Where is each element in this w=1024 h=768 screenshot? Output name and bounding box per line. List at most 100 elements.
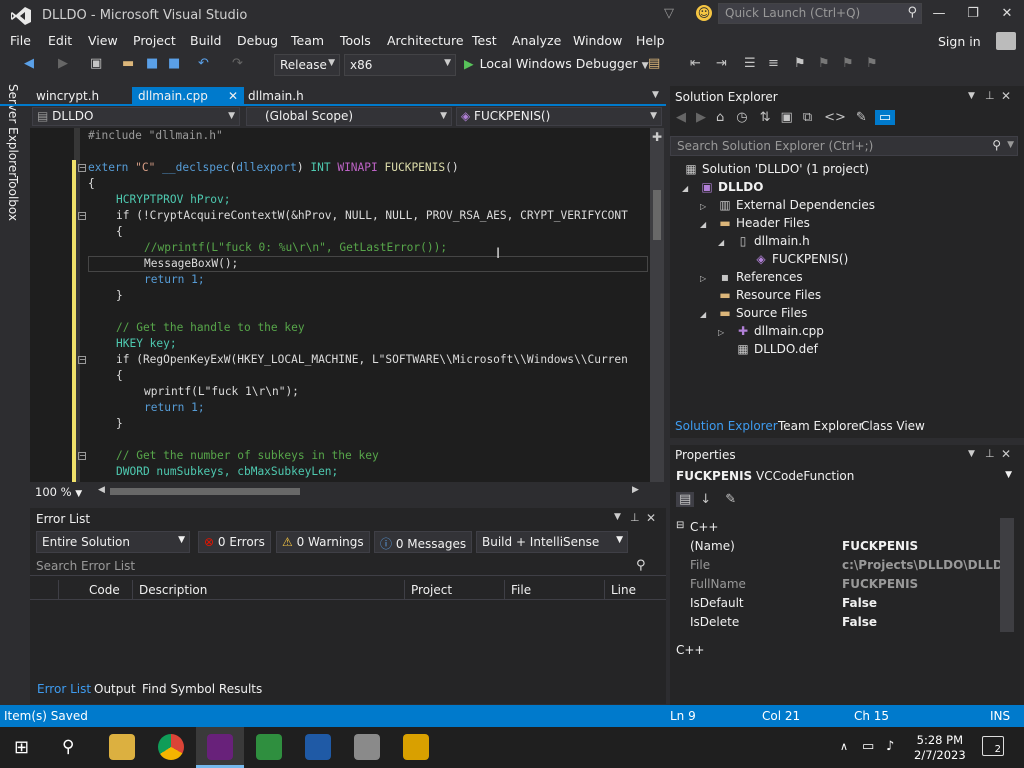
sign-in-link[interactable]: Sign in [938,34,981,49]
collapse-icon[interactable]: − [78,452,86,460]
solution-config-select[interactable]: Release ▼ [274,54,340,76]
tab-dllmain-h[interactable]: dllmain.h [242,87,310,105]
prop-row[interactable]: IsDelete False [676,613,1012,632]
close-tab-icon[interactable]: ✕ [228,89,238,103]
close-window-button[interactable]: ✕ [992,4,1022,26]
properties-object-select[interactable]: FUCKPENIS VCCodeFunction ▼ [670,466,1018,486]
categorized-icon[interactable]: ▤ [676,492,695,507]
forward-icon[interactable]: ▶ [696,110,706,125]
tree-header-files[interactable]: ▬ Header Files [718,216,810,230]
menu-view[interactable]: View [88,33,118,48]
collapse-icon[interactable]: − [78,212,86,220]
properties-wrench-icon[interactable]: ✎ [856,110,867,125]
back-icon[interactable]: ◀ [676,110,686,125]
scroll-left-icon[interactable]: ◀ [98,485,105,495]
expanded-arrow-icon[interactable]: ◢ [682,184,688,193]
tree-references[interactable]: ▪ References [718,270,803,284]
code-view-icon[interactable]: <> [824,110,846,125]
prop-row[interactable]: File c:\Projects\DLLDO\DLLDO\d [676,556,1012,575]
build-filter-select[interactable]: Build + IntelliSense ▼ [476,531,628,553]
minimize-button[interactable]: — [924,4,954,26]
history-icon[interactable]: ◷ [736,110,747,125]
solution-search-input[interactable]: Search Solution Explorer (Ctrl+;) ⚲ ▼ [670,136,1018,156]
tree-dllmain-cpp[interactable]: ✚ dllmain.cpp [736,324,824,338]
pane-menu-icon[interactable]: ▼ [614,512,621,522]
search-icon[interactable]: ⚲ [62,737,74,757]
tab-team-explorer[interactable]: Team Explorer [778,419,864,433]
menu-tools[interactable]: Tools [340,33,371,48]
next-bookmark-icon[interactable]: ⚑ [842,56,854,71]
warnings-filter-button[interactable]: ⚠ 0 Warnings [276,531,370,553]
back-icon[interactable]: ◀ [24,56,34,71]
col-line[interactable]: Line [611,583,636,597]
property-pages-icon[interactable]: ✎ [725,492,736,507]
collapse-all-icon[interactable]: ▣ [781,110,793,125]
step-over-icon[interactable]: ⇥ [716,56,727,71]
error-scope-select[interactable]: Entire Solution ▼ [36,531,190,553]
tree-solution[interactable]: ▦ Solution 'DLLDO' (1 project) [684,162,869,176]
maximize-button[interactable]: ❐ [958,4,988,26]
tab-find-symbol[interactable]: Find Symbol Results [142,682,262,696]
errors-filter-button[interactable]: ⊗ 0 Errors [198,531,271,553]
messages-filter-button[interactable]: ⓘ 0 Messages [374,531,473,553]
toolbox-tab[interactable]: Toolbox [6,176,20,221]
scope-nav-select[interactable]: (Global Scope) ▼ [246,107,452,126]
dependency-walker-icon[interactable] [403,734,429,760]
undo-icon[interactable]: ↶ [198,56,209,71]
open-file-icon[interactable]: ▬ [122,56,134,71]
prop-row[interactable]: IsDefault False [676,594,1012,613]
show-hidden-icons[interactable]: ∧ [840,740,848,753]
split-icon[interactable]: ✚ [650,130,664,144]
platform-select[interactable]: x86 ▼ [344,54,456,76]
pane-menu-icon[interactable]: ▼ [968,449,975,459]
expanded-arrow-icon[interactable]: ◢ [700,220,706,229]
start-debugging-button[interactable]: ▶ Local Windows Debugger ▼ [464,56,649,71]
col-file[interactable]: File [511,583,531,597]
step-icon[interactable]: ⇤ [690,56,701,71]
prop-row[interactable]: FullName FUCKPENIS [676,575,1012,594]
collapsed-arrow-icon[interactable]: ▷ [700,274,706,283]
scroll-right-icon[interactable]: ▶ [632,485,639,495]
tree-dllmain-h[interactable]: ▯ dllmain.h [736,234,810,248]
tree-source-files[interactable]: ▬ Source Files [718,306,807,320]
tab-dllmain-cpp[interactable]: dllmain.cpp ✕ [132,87,244,105]
pin-icon[interactable]: ⊥ [985,89,995,102]
menu-edit[interactable]: Edit [48,33,72,48]
menu-architecture[interactable]: Architecture [387,33,464,48]
file-explorer-icon[interactable] [109,734,135,760]
pin-icon[interactable]: ⊥ [985,447,995,460]
menu-debug[interactable]: Debug [237,33,278,48]
expanded-arrow-icon[interactable]: ◢ [718,238,724,247]
prop-row[interactable]: (Name) FUCKPENIS [676,537,1012,556]
network-icon[interactable]: ▭ [862,739,874,754]
notification-center-icon[interactable]: 2 [982,736,1004,756]
zoom-select[interactable]: 100 % ▼ [35,485,82,499]
close-pane-icon[interactable]: ✕ [1001,89,1011,103]
properties-scrollbar[interactable] [1000,518,1014,632]
tab-output[interactable]: Output [94,682,136,696]
prev-bookmark-icon[interactable]: ⚑ [818,56,830,71]
collapsed-arrow-icon[interactable]: ▷ [718,328,724,337]
close-pane-icon[interactable]: ✕ [646,511,656,525]
collapse-icon[interactable]: − [78,164,86,172]
collapsed-arrow-icon[interactable]: ▷ [700,202,706,211]
scrollbar-thumb[interactable] [653,190,661,240]
col-description[interactable]: Description [139,583,207,597]
copy-icon[interactable]: ⧉ [803,110,812,125]
bookmark-icon[interactable]: ⚑ [794,56,806,71]
tree-function[interactable]: ◈ FUCKPENIS() [754,252,848,266]
home-icon[interactable]: ⌂ [716,110,724,125]
tab-dropdown-icon[interactable]: ▼ [652,90,659,100]
menu-file[interactable]: File [10,33,31,48]
clear-bookmark-icon[interactable]: ⚑ [866,56,878,71]
project-nav-select[interactable]: ▤ DLLDO ▼ [32,107,240,126]
tree-external-dependencies[interactable]: ▥ External Dependencies [718,198,875,212]
notepad-plus-icon[interactable] [256,734,282,760]
sync-icon[interactable]: ⇅ [760,110,771,125]
indent-icon[interactable]: ≡ [768,56,779,71]
menu-team[interactable]: Team [291,33,324,48]
col-code[interactable]: Code [89,583,120,597]
tab-wincrypt-h[interactable]: wincrypt.h [30,87,105,105]
menu-analyze[interactable]: Analyze [512,33,561,48]
volume-icon[interactable]: ♪ [886,739,894,754]
